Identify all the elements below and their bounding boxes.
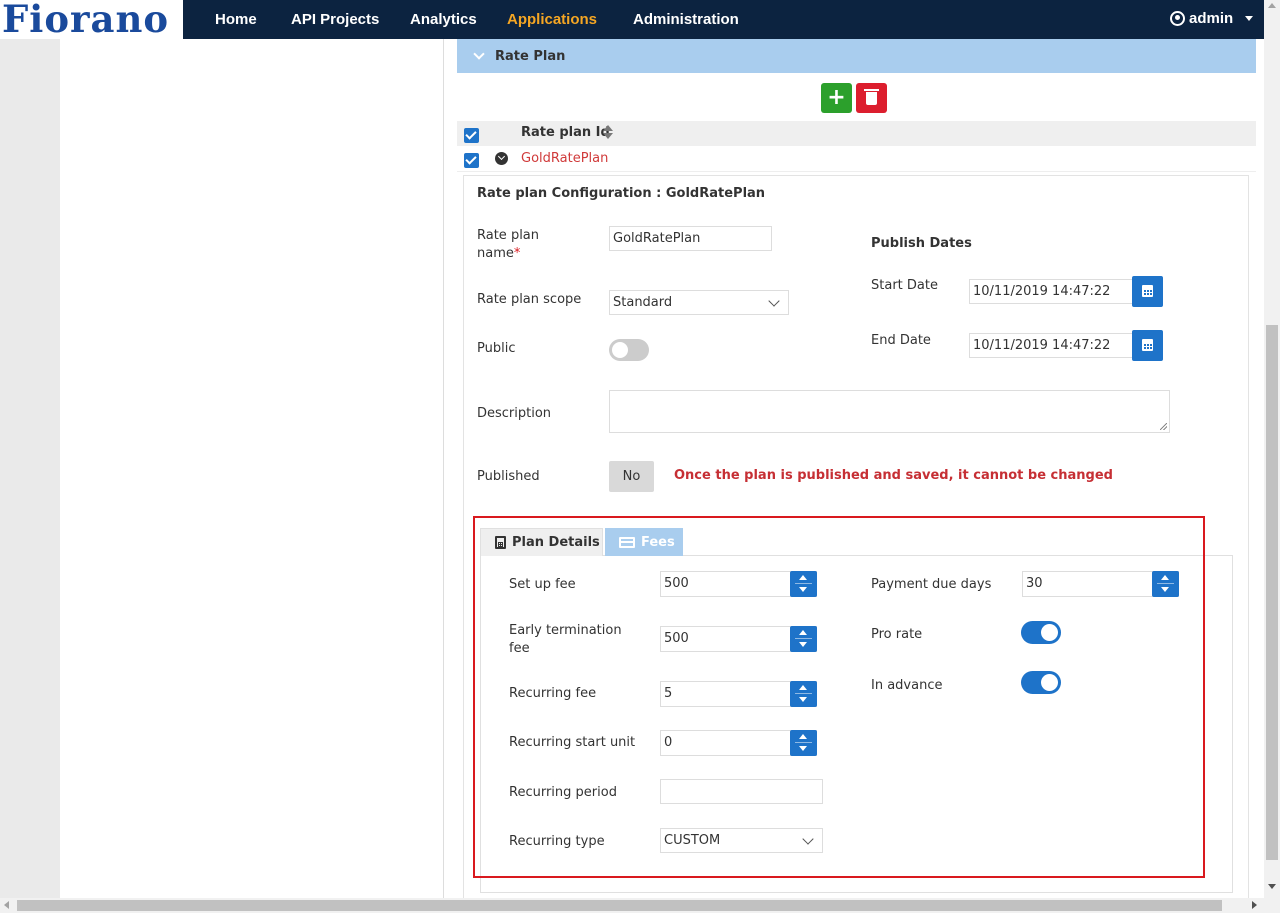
vertical-scroll-thumb[interactable] — [1266, 325, 1278, 860]
highlight-box — [473, 516, 1205, 878]
rate-plan-scope-select[interactable]: Standard — [609, 290, 789, 315]
table-header-row: Rate plan Id — [457, 121, 1256, 146]
end-date-label: End Date — [871, 333, 931, 348]
expand-row-icon[interactable] — [495, 152, 508, 165]
nav-analytics[interactable]: Analytics — [410, 11, 477, 28]
add-rate-plan-button[interactable]: + — [821, 83, 852, 113]
top-navbar: Fiorano Home API Projects Analytics Appl… — [0, 0, 1264, 41]
trash-icon — [864, 89, 879, 105]
publish-warning-text: Once the plan is published and saved, it… — [674, 468, 1113, 483]
left-sidebar-area — [0, 39, 60, 899]
row-checkbox[interactable] — [464, 153, 479, 168]
logo-text: Fiorano — [2, 0, 170, 41]
caret-down-icon — [1245, 16, 1254, 21]
vertical-scrollbar[interactable] — [1264, 0, 1280, 898]
horizontal-scroll-thumb[interactable] — [17, 900, 1222, 911]
user-name: admin — [1189, 10, 1234, 27]
calendar-icon — [1142, 285, 1153, 297]
scroll-up-icon[interactable] — [1268, 3, 1276, 8]
sort-icon[interactable] — [603, 125, 613, 139]
delete-rate-plan-button[interactable] — [856, 83, 887, 113]
nav-administration[interactable]: Administration — [633, 11, 739, 28]
scroll-left-icon[interactable] — [4, 901, 9, 909]
required-mark: * — [513, 246, 521, 261]
description-textarea[interactable] — [609, 390, 1170, 433]
scroll-right-icon[interactable] — [1252, 901, 1257, 909]
table-row: GoldRatePlan — [457, 146, 1256, 172]
rate-plan-scope-label: Rate plan scope — [477, 292, 582, 307]
rate-plan-name-label-line2: name — [477, 246, 514, 261]
rate-plan-section-header[interactable]: Rate Plan — [457, 39, 1256, 73]
user-menu[interactable]: admin — [1170, 10, 1254, 27]
chevron-down-icon — [473, 47, 485, 60]
end-date-input[interactable]: 10/11/2019 14:47:22 — [969, 333, 1133, 358]
rate-plan-name-input[interactable]: GoldRatePlan — [609, 226, 772, 251]
nav-api-projects[interactable]: API Projects — [291, 11, 379, 28]
end-date-picker-button[interactable] — [1132, 330, 1163, 361]
select-all-checkbox[interactable] — [464, 128, 479, 143]
config-title: Rate plan Configuration : GoldRatePlan — [477, 186, 766, 201]
scroll-down-icon[interactable] — [1268, 884, 1276, 889]
scope-selected-value: Standard — [613, 295, 673, 310]
start-date-input[interactable]: 10/11/2019 14:47:22 — [969, 279, 1133, 304]
description-label: Description — [477, 406, 552, 421]
column-header-rate-plan-id[interactable]: Rate plan Id — [521, 125, 610, 140]
start-date-picker-button[interactable] — [1132, 276, 1163, 307]
user-circle-icon — [1170, 11, 1185, 26]
horizontal-scrollbar[interactable] — [0, 898, 1280, 913]
rate-plan-name-label: Rate plan name* — [477, 227, 539, 263]
nav-home[interactable]: Home — [215, 11, 257, 28]
published-toggle-button[interactable]: No — [609, 461, 654, 492]
resize-grip-icon[interactable] — [1160, 423, 1167, 430]
publish-dates-title: Publish Dates — [871, 236, 972, 251]
nav-applications[interactable]: Applications — [507, 11, 597, 28]
section-title: Rate Plan — [495, 48, 566, 64]
brand-logo[interactable]: Fiorano — [0, 0, 183, 41]
rate-plan-id-link[interactable]: GoldRatePlan — [521, 151, 608, 166]
column-divider — [443, 39, 444, 899]
calendar-icon — [1142, 339, 1153, 351]
public-toggle[interactable] — [609, 339, 649, 361]
public-label: Public — [477, 341, 516, 356]
rate-plan-name-label-line1: Rate plan — [477, 228, 540, 243]
published-label: Published — [477, 469, 540, 484]
chevron-down-icon — [768, 295, 780, 307]
start-date-label: Start Date — [871, 278, 938, 293]
